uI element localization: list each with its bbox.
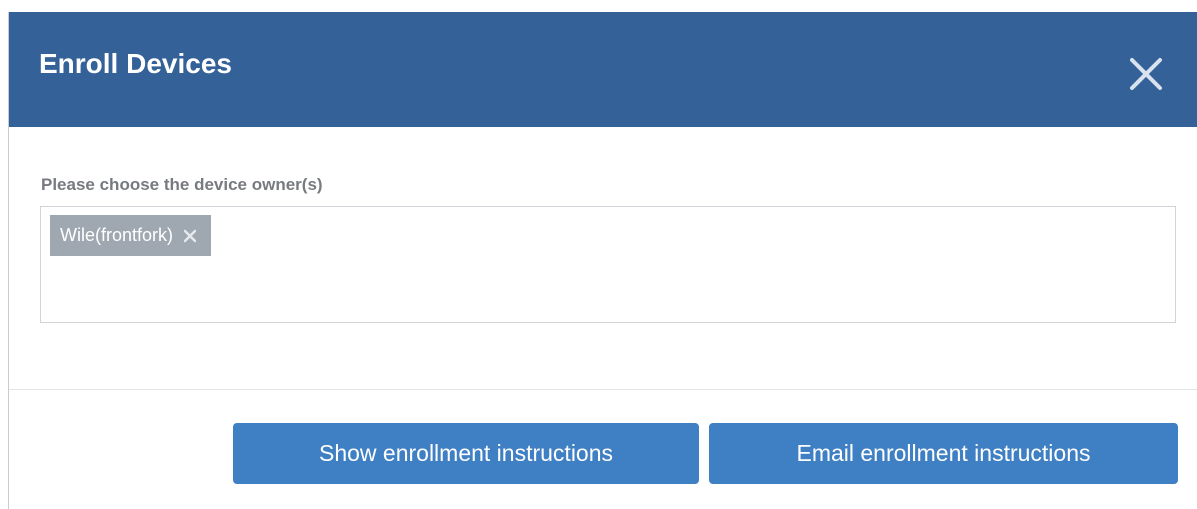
- dialog-body: Please choose the device owner(s) Wile(f…: [9, 127, 1197, 389]
- remove-tag-button[interactable]: [183, 229, 197, 243]
- dialog-title: Enroll Devices: [39, 48, 232, 79]
- enroll-devices-dialog: Enroll Devices Please choose the device …: [8, 12, 1197, 509]
- close-button[interactable]: [1129, 57, 1163, 91]
- owner-tag-label: Wile(frontfork): [60, 225, 174, 245]
- close-icon: [1130, 58, 1162, 90]
- dialog-header: Enroll Devices: [9, 12, 1197, 127]
- device-owner-label: Please choose the device owner(s): [41, 175, 323, 194]
- show-enrollment-instructions-button[interactable]: Show enrollment instructions: [233, 423, 699, 484]
- device-owner-input[interactable]: Wile(frontfork): [40, 206, 1176, 323]
- email-enrollment-instructions-button[interactable]: Email enrollment instructions: [709, 423, 1178, 484]
- owner-tag: Wile(frontfork): [50, 215, 212, 256]
- remove-tag-icon: [183, 229, 197, 242]
- footer-divider: [9, 389, 1197, 390]
